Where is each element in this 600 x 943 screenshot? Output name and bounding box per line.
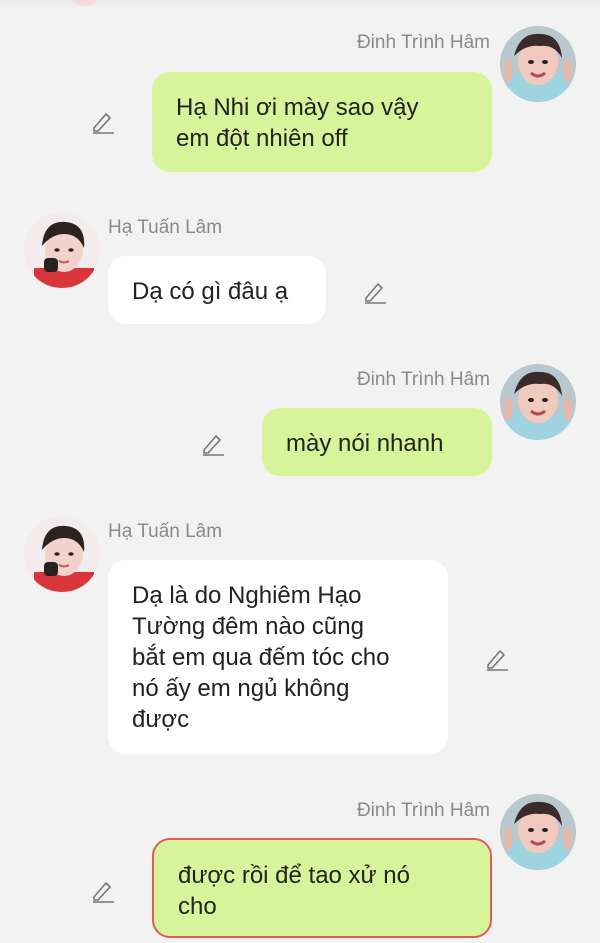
avatar-ha-tuan-lam[interactable] xyxy=(24,212,100,288)
message-text: Hạ Nhi ơi mày sao vậy em đột nhiên off xyxy=(176,94,419,152)
sender-name: Hạ Tuấn Lâm xyxy=(108,521,223,542)
avatar-dinh-trinh-ham[interactable] xyxy=(500,364,576,440)
sender-name: Đinh Trình Hâm xyxy=(356,369,490,390)
avatar-dinh-trinh-ham[interactable] xyxy=(500,794,576,870)
avatar-dinh-trinh-ham[interactable] xyxy=(500,26,576,102)
pencil-icon[interactable] xyxy=(200,430,226,456)
message-bubble-incoming[interactable]: Dạ là do Nghiêm Hạo Tường đêm nào cũng b… xyxy=(108,560,448,754)
avatar-ha-tuan-lam[interactable] xyxy=(24,516,100,592)
message-bubble-outgoing[interactable]: Hạ Nhi ơi mày sao vậy em đột nhiên off xyxy=(152,72,492,172)
message-text: Dạ có gì đâu ạ xyxy=(132,278,289,305)
message-bubble-outgoing-selected[interactable]: được rồi để tao xử nó cho xyxy=(152,838,492,938)
message-text: Dạ là do Nghiêm Hạo Tường đêm nào cũng b… xyxy=(132,582,390,733)
pencil-icon[interactable] xyxy=(90,877,116,903)
chat-screen: Đinh Trình Hâm Hạ Nhi ơi mày sao vậy em … xyxy=(0,0,600,943)
pencil-icon[interactable] xyxy=(362,278,388,304)
message-text: mày nói nhanh xyxy=(286,430,444,457)
sender-name: Đinh Trình Hâm xyxy=(356,32,490,53)
message-text: được rồi để tao xử nó cho xyxy=(178,862,410,920)
pencil-icon[interactable] xyxy=(484,645,510,671)
sender-name: Đinh Trình Hâm xyxy=(356,800,490,821)
sender-name: Hạ Tuấn Lâm xyxy=(108,217,223,238)
pencil-icon[interactable] xyxy=(90,108,116,134)
message-bubble-outgoing[interactable]: mày nói nhanh xyxy=(262,408,492,476)
message-bubble-incoming[interactable]: Dạ có gì đâu ạ xyxy=(108,256,326,324)
